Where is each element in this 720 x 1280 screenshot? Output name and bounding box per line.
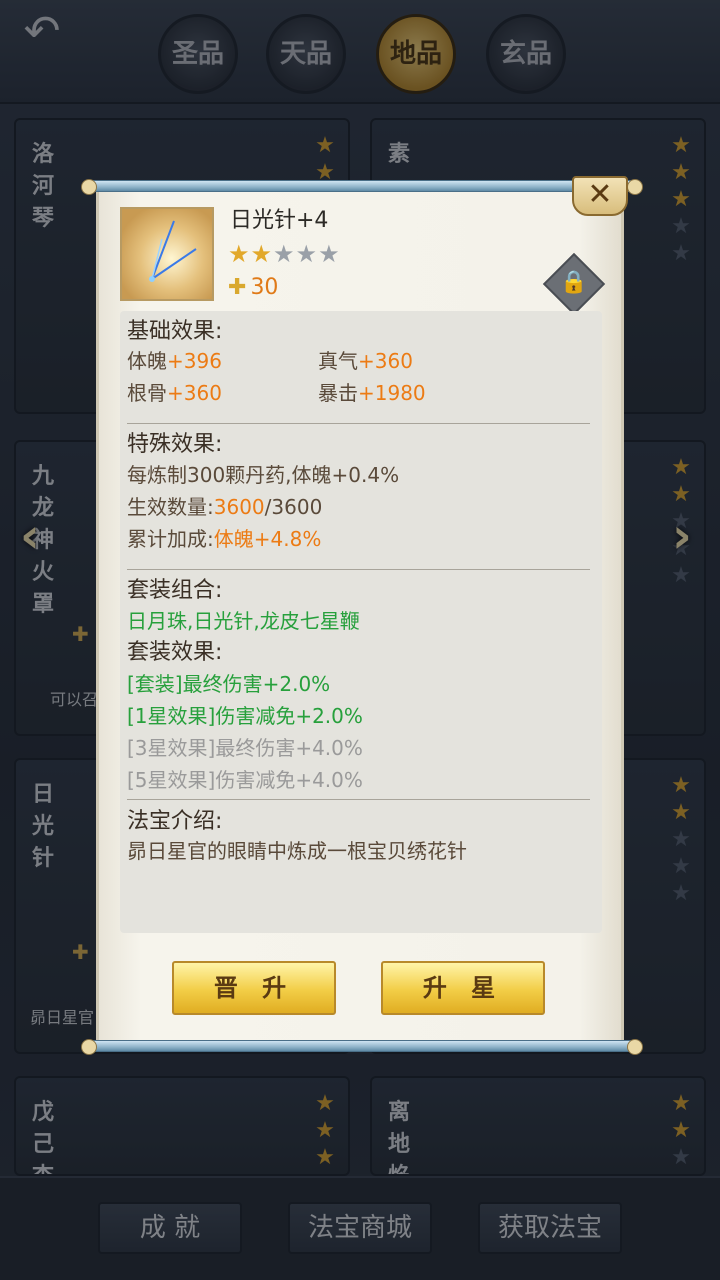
intro-title: 法宝介绍:	[127, 809, 223, 834]
basic-effects-title: 基础效果:	[127, 319, 223, 344]
divider	[127, 799, 590, 800]
set-effects-title: 套装效果:	[127, 640, 223, 665]
cumulative-bonus: 累计加成:体魄+4.8%	[127, 527, 322, 551]
set-effect-item: [1星效果]伤害减免+2.0%	[127, 704, 363, 728]
close-button[interactable]: ✕	[572, 176, 628, 216]
scroll-rod-top	[81, 179, 643, 195]
lock-icon[interactable]: 🔒	[559, 268, 589, 298]
effective-count: 生效数量:3600/3600	[127, 495, 323, 519]
item-star-rating: ★★★★★	[228, 240, 341, 268]
set-effect-item: [套装]最终伤害+2.0%	[127, 672, 331, 696]
promote-button[interactable]: 晋 升	[172, 961, 336, 1015]
set-effect-item: [3星效果]最终伤害+4.0%	[127, 736, 363, 760]
intro-text: 昴日星官的眼睛中炼成一根宝贝绣花针	[127, 839, 467, 863]
special-effects-title: 特殊效果:	[127, 432, 223, 457]
set-combo-title: 套装组合:	[127, 578, 223, 603]
shard-count: 30	[250, 275, 279, 300]
stat-baoji: 暴击+1980	[318, 381, 426, 405]
special-effect-desc: 每炼制300颗丹药,体魄+0.4%	[127, 463, 400, 487]
needle-icon	[120, 207, 214, 301]
scroll-rod-bottom	[81, 1039, 643, 1055]
shard-row: ✚ 30	[228, 274, 278, 302]
divider	[127, 569, 590, 570]
stat-zhenqi: 真气+360	[318, 349, 413, 373]
divider	[127, 423, 590, 424]
stat-tipo: 体魄+396	[127, 349, 222, 373]
stat-gengu: 根骨+360	[127, 381, 222, 405]
puzzle-piece-icon: ✚	[228, 275, 247, 300]
star-up-button[interactable]: 升 星	[381, 961, 545, 1015]
item-name: 日光针+4	[230, 208, 329, 233]
set-effect-item: [5星效果]伤害减免+4.0%	[127, 768, 363, 792]
set-combo-items: 日月珠,日光针,龙皮七星鞭	[127, 609, 360, 633]
